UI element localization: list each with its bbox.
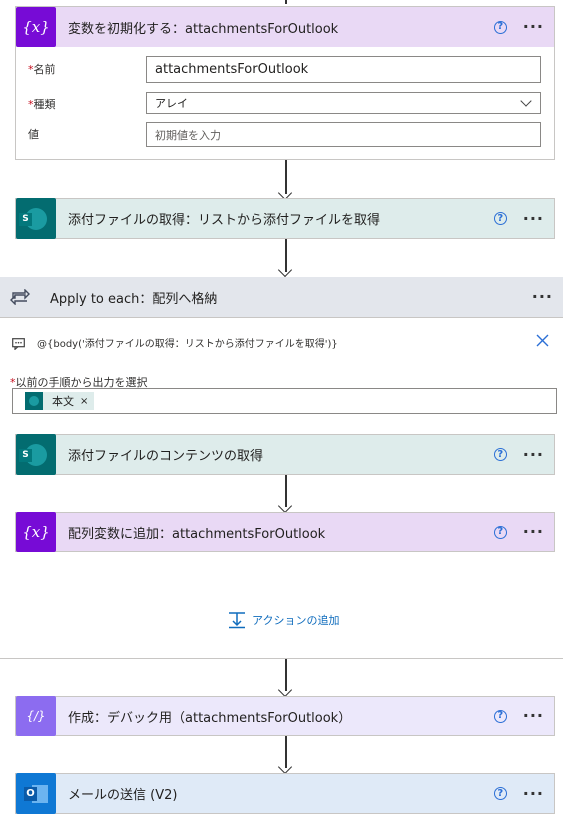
arrow-down-icon <box>277 682 293 698</box>
connector-top <box>285 0 287 4</box>
send-mail-title: メールの送信 (V2) <box>68 788 178 803</box>
chevron-down-icon <box>520 95 532 107</box>
dynamic-content-token[interactable]: 本文 × <box>25 392 95 410</box>
expression-text: @{body('添付ファイルの取得：リストから添付ファイルを取得')} <box>37 339 338 350</box>
close-icon[interactable] <box>535 333 550 348</box>
sharepoint-icon <box>25 392 43 410</box>
help-icon[interactable]: ? <box>493 525 507 539</box>
token-remove-icon[interactable]: × <box>80 396 88 407</box>
append-variable-title: 配列変数に追加：attachmentsForOutlook <box>68 526 326 542</box>
arrow-down-icon <box>277 759 293 775</box>
value-field[interactable]: 初期値を入力 <box>146 122 541 147</box>
help-icon[interactable]: ? <box>493 787 507 800</box>
add-action-icon <box>228 611 246 629</box>
comment-icon <box>12 335 25 354</box>
more-options-icon[interactable]: ··· <box>532 289 553 305</box>
help-icon[interactable]: ? <box>493 448 507 461</box>
select-output-field[interactable]: 本文 × <box>12 388 557 414</box>
loop-icon <box>0 277 40 317</box>
get-content-card[interactable]: S 添付ファイルのコンテンツの取得 ? ··· <box>15 434 555 475</box>
compose-title: 作成：デバック用（attachmentsForOutlook） <box>68 710 352 726</box>
more-options-icon[interactable]: ··· <box>523 210 544 227</box>
sharepoint-icon: S <box>16 434 56 475</box>
token-label: 本文 <box>52 395 74 408</box>
help-icon[interactable]: ? <box>493 212 507 225</box>
compose-icon: {/} <box>16 696 56 736</box>
apply-to-each-body: @{body('添付ファイルの取得：リストから添付ファイルを取得')} *以前の… <box>0 317 563 659</box>
compose-card[interactable]: {/} 作成：デバック用（attachmentsForOutlook） ? ··… <box>15 696 555 736</box>
type-dropdown[interactable]: アレイ <box>146 92 541 114</box>
variable-icon: {x} <box>16 512 56 552</box>
name-field[interactable]: attachmentsForOutlook <box>146 56 541 83</box>
type-field-label: *種類 <box>28 98 56 111</box>
get-attachments-title: 添付ファイルの取得：リストから添付ファイルを取得 <box>68 213 381 228</box>
more-options-icon[interactable]: ··· <box>523 524 544 540</box>
name-field-label: *名前 <box>28 63 56 76</box>
more-options-icon[interactable]: ··· <box>523 708 544 724</box>
help-icon[interactable]: ? <box>493 709 507 723</box>
init-variable-header[interactable]: {x} 変数を初期化する：attachmentsForOutlook ? ··· <box>16 7 554 47</box>
more-options-icon[interactable]: ··· <box>523 446 544 463</box>
append-variable-card[interactable]: {x} 配列変数に追加：attachmentsForOutlook ? ··· <box>15 512 555 552</box>
variable-icon: {x} <box>16 7 56 47</box>
init-variable-title: 変数を初期化する：attachmentsForOutlook <box>68 21 339 37</box>
send-mail-card[interactable]: O メールの送信 (V2) ? ··· <box>15 773 555 814</box>
value-field-label: 値 <box>28 128 39 141</box>
outlook-icon: O <box>16 773 56 814</box>
apply-to-each-title: Apply to each：配列へ格納 <box>50 291 218 307</box>
get-content-title: 添付ファイルのコンテンツの取得 <box>68 449 264 464</box>
add-action-button[interactable]: アクションの追加 <box>228 611 339 629</box>
arrow-down-icon <box>277 498 293 514</box>
sharepoint-icon: S <box>16 198 56 239</box>
get-attachments-card[interactable]: S 添付ファイルの取得：リストから添付ファイルを取得 ? ··· <box>15 198 555 239</box>
more-options-icon[interactable]: ··· <box>523 785 544 802</box>
help-icon[interactable]: ? <box>493 20 507 34</box>
init-variable-card: {x} 変数を初期化する：attachmentsForOutlook ? ···… <box>15 6 555 160</box>
more-options-icon[interactable]: ··· <box>523 19 544 35</box>
apply-to-each-header[interactable]: Apply to each：配列へ格納 ··· <box>0 277 563 317</box>
arrow-down-icon <box>277 262 293 278</box>
